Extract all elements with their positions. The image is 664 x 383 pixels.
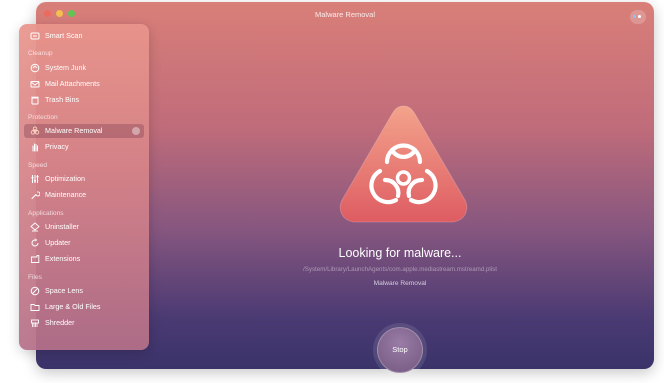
updater-icon (31, 238, 39, 247)
sidebar-item-label: Updater (45, 238, 71, 247)
section-applications: Applications (28, 210, 64, 217)
sidebar-item-uninstaller[interactable]: Uninstaller (24, 220, 144, 234)
sidebar-item-label: Maintenance (45, 190, 87, 199)
sidebar-item-label: Malware Removal (45, 126, 103, 135)
biohazard-hero-icon (339, 105, 468, 223)
sidebar-item-label: Space Lens (45, 286, 83, 295)
mail-icon (30, 81, 40, 88)
sidebar-item-extensions[interactable]: Extensions (24, 252, 144, 266)
extensions-icon (31, 255, 40, 263)
space-lens-icon (30, 286, 40, 296)
sidebar-item-optimization[interactable]: Optimization (24, 172, 144, 186)
sidebar-item-shredder[interactable]: Shredder (24, 316, 144, 330)
module-name: Malware Removal (373, 280, 427, 287)
uninstaller-icon (30, 222, 40, 232)
sidebar-item-trash-bins[interactable]: Trash Bins (24, 93, 144, 107)
smart-scan-icon (30, 32, 40, 40)
sidebar-item-label: Shredder (45, 318, 75, 327)
sidebar-item-label: Optimization (45, 174, 85, 183)
system-junk-icon (30, 63, 40, 73)
sidebar: Smart Scan Cleanup System Junk Mail Atta… (19, 24, 149, 350)
sidebar-item-large-old-files[interactable]: Large & Old Files (24, 300, 144, 314)
sidebar-item-malware-removal[interactable]: Malware Removal (24, 124, 144, 138)
scan-status-title: Looking for malware... (338, 246, 462, 260)
trash-icon (31, 96, 39, 105)
sidebar-item-label: Extensions (45, 254, 81, 263)
sidebar-item-label: Mail Attachments (45, 79, 100, 88)
section-speed: Speed (28, 162, 48, 169)
section-cleanup: Cleanup (28, 50, 53, 57)
window-title: Malware Removal (314, 10, 376, 19)
sidebar-item-label: Trash Bins (45, 95, 80, 104)
sidebar-item-privacy[interactable]: Privacy (24, 140, 144, 154)
sidebar-item-label: System Junk (45, 63, 87, 72)
sidebar-item-label: Large & Old Files (45, 302, 101, 311)
folder-icon (30, 304, 40, 311)
assistant-button[interactable] (630, 10, 646, 24)
stop-button-label: Stop (392, 345, 408, 354)
sidebar-item-label: Uninstaller (45, 222, 79, 231)
sidebar-item-label: Smart Scan (45, 31, 83, 40)
sidebar-item-maintenance[interactable]: Maintenance (24, 188, 144, 202)
sidebar-item-updater[interactable]: Updater (24, 236, 144, 250)
wrench-icon (31, 191, 40, 199)
sidebar-item-system-junk[interactable]: System Junk (24, 61, 144, 75)
sidebar-item-label: Privacy (45, 142, 69, 151)
sidebar-item-smart-scan[interactable]: Smart Scan (24, 29, 144, 43)
scan-progress-icon (132, 127, 140, 135)
scanned-file-path: /System/Library/LaunchAgents/com.apple.m… (303, 266, 497, 273)
section-files: Files (28, 274, 42, 281)
assistant-dot-icon (638, 15, 641, 18)
sliders-icon (31, 175, 39, 183)
hand-icon (32, 143, 38, 152)
sidebar-item-mail-attachments[interactable]: Mail Attachments (24, 77, 144, 91)
assistant-dot-icon (633, 15, 636, 18)
biohazard-icon (30, 126, 40, 135)
shredder-icon (31, 319, 39, 327)
stop-button[interactable]: Stop (377, 327, 423, 373)
sidebar-item-space-lens[interactable]: Space Lens (24, 284, 144, 298)
section-protection: Protection (28, 114, 58, 121)
